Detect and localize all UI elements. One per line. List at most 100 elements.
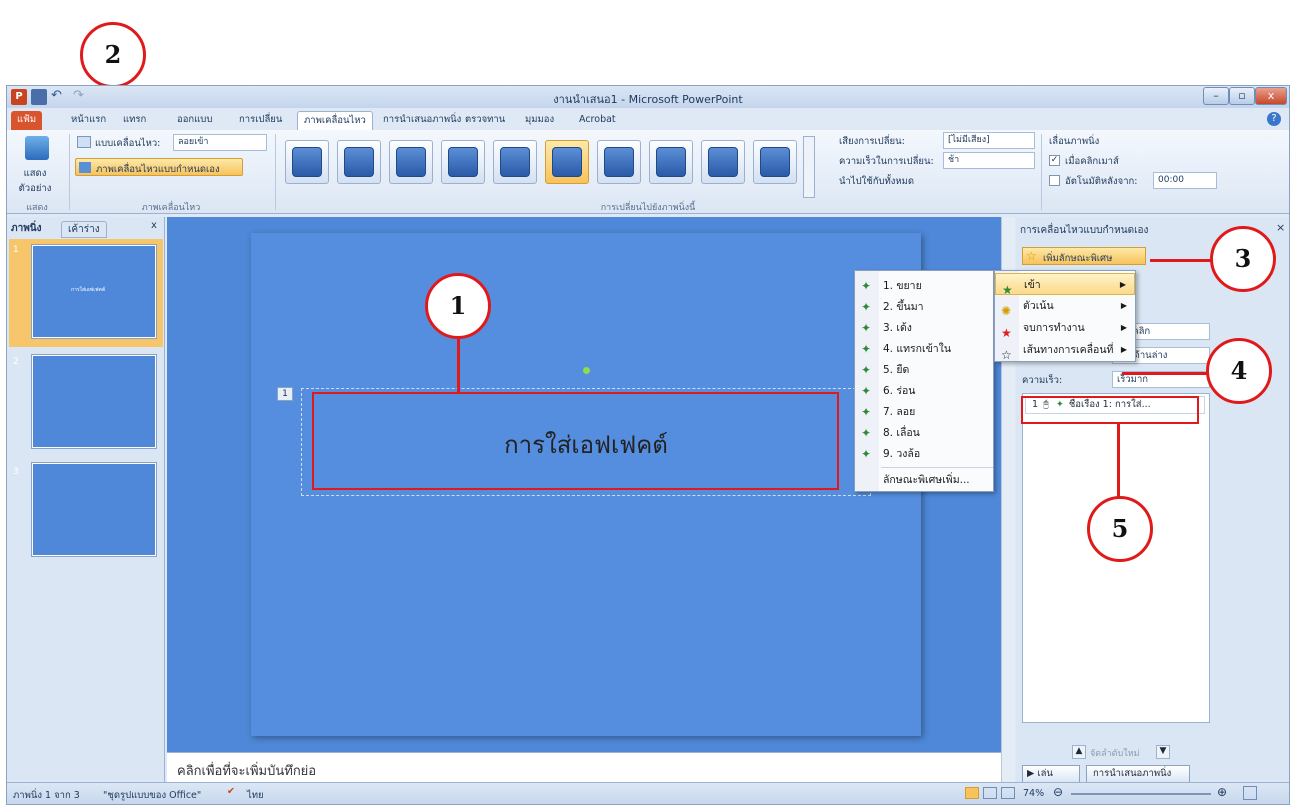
transition-9[interactable] [701, 140, 745, 184]
callout-3: 3 [1210, 226, 1276, 292]
effect-item[interactable]: ✦ 7. ลอย [855, 401, 993, 423]
transition-1[interactable] [285, 140, 329, 184]
close-button[interactable]: x [1255, 87, 1287, 105]
add-effect-category-menu: ★ เข้า ▶ ✺ ตัวเน้น ▶ ★ จบการทำงาน ▶ ☆ เส้นทางกา… [994, 270, 1136, 362]
animations-group-label: ภาพเคลื่อนไหว [141, 203, 201, 213]
anim-scheme-dropdown[interactable]: ลอยเข้า [173, 134, 267, 151]
fit-window-icon[interactable] [1243, 786, 1257, 800]
effect-item[interactable]: ✦ 3. เด้ง [855, 317, 993, 339]
advance-slide-label: เลื่อนภาพนิ่ง [1049, 136, 1100, 147]
sorter-view-icon[interactable] [983, 787, 997, 799]
speed-label: ความเร็ว: [1022, 375, 1063, 386]
callout-3-line [1150, 259, 1214, 262]
zoom-in-icon[interactable]: ⊕ [1217, 785, 1227, 799]
effect-item[interactable]: ✦ 8. เลื่อน [855, 422, 993, 444]
effect-item[interactable]: ✦ 4. แทรกเข้าใน [855, 338, 993, 360]
category-motion-path[interactable]: ☆ เส้นทางการเคลื่อนที่ ▶ [995, 339, 1135, 362]
submenu-arrow-icon: ▶ [1120, 323, 1127, 332]
transition-5[interactable] [493, 140, 537, 184]
tab-slideshow[interactable]: การนำเสนอภาพนิ่ง [377, 111, 467, 130]
reorder-down-icon[interactable]: ▼ [1156, 745, 1170, 759]
emphasis-star-icon: ✺ [1001, 304, 1012, 318]
transition-4[interactable] [441, 140, 485, 184]
more-effects-item[interactable]: ลักษณะพิเศษเพิ่ม... [855, 469, 993, 491]
tab-slides[interactable]: ภาพนิ่ง [11, 221, 42, 236]
category-exit[interactable]: ★ จบการทำงาน ▶ [995, 317, 1135, 340]
zoom-slider[interactable] [1071, 793, 1211, 795]
transition-speed-dropdown[interactable]: ช้า [943, 152, 1035, 169]
slide-thumbnail-1[interactable]: การใส่เอฟเฟคต์ [31, 244, 157, 339]
tab-animations[interactable]: ภาพเคลื่อนไหว [297, 111, 373, 130]
play-button[interactable]: ▶ เล่น [1022, 765, 1080, 783]
effect-label: 5. ยืด [883, 364, 910, 376]
tab-outline[interactable]: เค้าร่าง [61, 221, 107, 238]
on-click-checkbox[interactable]: ✓ [1049, 155, 1060, 166]
slide-thumbnail-3[interactable] [31, 462, 157, 557]
category-entrance[interactable]: ★ เข้า ▶ [995, 273, 1135, 297]
effect-item[interactable]: ✦ 9. วงล้อ [855, 443, 993, 465]
tab-acrobat[interactable]: Acrobat [573, 111, 622, 130]
tab-design[interactable]: ออกแบบ [171, 111, 218, 130]
tab-transitions[interactable]: การเปลี่ยน [233, 111, 288, 130]
slide-thumbnail-2[interactable] [31, 354, 157, 449]
tab-view[interactable]: มุมมอง [519, 111, 560, 130]
notes-pane[interactable]: คลิกเพื่อที่จะเพิ่มบันทึกย่อ [167, 752, 1001, 782]
transition-10[interactable] [753, 140, 797, 184]
minimize-button[interactable]: – [1203, 87, 1229, 105]
close-panel-icon[interactable]: x [151, 220, 157, 231]
apply-to-all-button[interactable]: นำไปใช้กับทั้งหมด [839, 174, 914, 189]
transition-2[interactable] [337, 140, 381, 184]
tab-insert[interactable]: แทรก [117, 111, 152, 130]
category-label: จบการทำงาน [1023, 322, 1085, 334]
effect-item[interactable]: ✦ 2. ขึ้นมา [855, 296, 993, 318]
auto-after-checkbox[interactable] [1049, 175, 1060, 186]
reorder-up-icon[interactable]: ▲ [1072, 745, 1086, 759]
tab-home[interactable]: หน้าแรก [65, 111, 112, 130]
custom-animation-button[interactable]: ภาพเคลื่อนไหวแบบกำหนดเอง [75, 158, 243, 176]
effect-label: 7. ลอย [883, 406, 916, 418]
transition-6-selected[interactable] [545, 140, 589, 184]
transition-3[interactable] [389, 140, 433, 184]
effect-item[interactable]: ✦ 5. ยืด [855, 359, 993, 381]
maximize-button[interactable]: ▫ [1229, 87, 1255, 105]
gallery-scroll[interactable] [803, 136, 815, 198]
effect-star-icon: ✦ [861, 405, 872, 419]
tab-file[interactable]: แฟ้ม [11, 111, 43, 130]
transition-7[interactable] [597, 140, 641, 184]
help-icon[interactable]: ? [1267, 112, 1281, 126]
pane-close-icon[interactable]: × [1276, 221, 1285, 234]
submenu-arrow-icon: ▶ [1120, 345, 1127, 354]
language: ไทย [247, 790, 264, 801]
transition-8[interactable] [649, 140, 693, 184]
transition-sound-dropdown[interactable]: [ไม่มีเสียง] [943, 132, 1035, 149]
reorder-label: จัดลำดับใหม่ [1090, 749, 1140, 759]
submenu-arrow-icon: ▶ [1119, 280, 1126, 289]
add-effect-button[interactable]: ☆ เพิ่มลักษณะพิเศษ [1022, 247, 1146, 265]
effect-item[interactable]: ✦ 6. ร่อน [855, 380, 993, 402]
spellcheck-icon[interactable]: ✔ [227, 786, 235, 797]
thumb-number: 1 [13, 245, 19, 255]
normal-view-icon[interactable] [965, 787, 979, 799]
zoom-out-icon[interactable]: ⊖ [1053, 785, 1063, 799]
custom-animation-icon [79, 162, 91, 173]
tab-review[interactable]: ตรวจทาน [459, 111, 511, 130]
reading-view-icon[interactable] [1001, 787, 1015, 799]
preview-icon[interactable] [25, 136, 49, 160]
effect-label: 2. ขึ้นมา [883, 301, 924, 313]
animation-order-tag[interactable]: 1 [277, 387, 293, 401]
callout-4: 4 [1206, 338, 1272, 404]
effect-star-icon: ✦ [861, 363, 872, 377]
auto-time-input[interactable]: 00:00 [1153, 172, 1217, 189]
category-emphasis[interactable]: ✺ ตัวเน้น ▶ [995, 295, 1135, 318]
play-label: เล่น [1037, 768, 1053, 779]
effect-star-icon: ✦ [861, 384, 872, 398]
slideshow-button[interactable]: การนำเสนอภาพนิ่ง [1086, 765, 1190, 783]
rotate-handle[interactable] [583, 367, 590, 374]
effect-item[interactable]: ✦ 1. ขยาย [855, 275, 993, 297]
zoom-level[interactable]: 74% [1023, 788, 1044, 799]
ribbon: แสดง ตัวอย่าง แสดงตัวอย่าง... แบบเคลื่อน… [7, 130, 1289, 227]
preview-button[interactable]: แสดง ตัวอย่าง [15, 166, 55, 196]
effect-label: 3. เด้ง [883, 322, 912, 334]
more-effects-label: ลักษณะพิเศษเพิ่ม... [883, 474, 970, 486]
pane-title: การเคลื่อนไหวแบบกำหนดเอง [1020, 225, 1149, 236]
